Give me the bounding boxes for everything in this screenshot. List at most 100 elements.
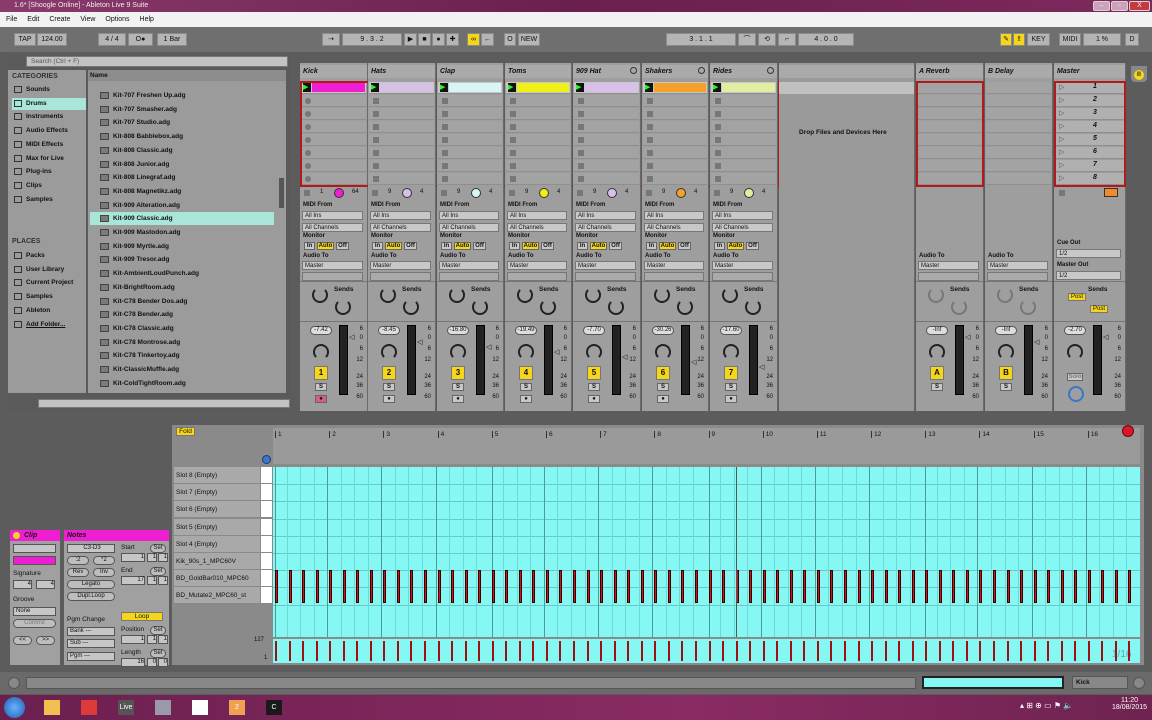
- scene-launch-icon[interactable]: ▷: [1059, 135, 1064, 143]
- detail-toggle[interactable]: [1133, 677, 1145, 689]
- velocity-marker[interactable]: [356, 641, 359, 661]
- solo-button[interactable]: S: [931, 383, 943, 391]
- stop-button[interactable]: ■: [418, 33, 431, 46]
- track-activator[interactable]: 7: [724, 366, 738, 380]
- midi-note[interactable]: [722, 570, 726, 603]
- stop-slot-icon[interactable]: [578, 111, 584, 117]
- scene-launch-icon[interactable]: ▷: [1059, 83, 1064, 91]
- volume-fader-icon[interactable]: ◁: [349, 333, 354, 341]
- midi-note[interactable]: [505, 570, 509, 603]
- taskbar-explorer[interactable]: [38, 697, 66, 718]
- track-title[interactable]: A Reverb: [916, 65, 983, 78]
- midi-note[interactable]: [952, 570, 956, 603]
- audio-to-channel[interactable]: [712, 272, 773, 281]
- velocity-marker[interactable]: [898, 641, 901, 661]
- clip-slot[interactable]: [711, 95, 776, 107]
- signature-numerator[interactable]: 4: [13, 580, 32, 589]
- midi-note[interactable]: [478, 570, 482, 603]
- browser-file-item[interactable]: Kit-909 Tresor.adg: [90, 253, 274, 266]
- midi-from-select[interactable]: All Ins: [575, 211, 636, 220]
- midi-note[interactable]: [1033, 570, 1037, 603]
- stop-slot-icon[interactable]: [510, 137, 516, 143]
- velocity-marker[interactable]: [1087, 641, 1090, 661]
- midi-note[interactable]: [613, 570, 617, 603]
- velocity-marker[interactable]: [708, 641, 711, 661]
- volume-value[interactable]: -30.26: [652, 326, 674, 335]
- locator-len-field[interactable]: 16: [121, 658, 145, 667]
- clip-slot[interactable]: [369, 173, 434, 185]
- audio-to-select[interactable]: Master: [644, 261, 704, 270]
- piano-key[interactable]: [261, 587, 272, 604]
- midi-note[interactable]: [992, 570, 996, 603]
- set-button[interactable]: Set: [150, 649, 166, 658]
- clip-slot[interactable]: ▷ 1: [1055, 82, 1124, 94]
- send-a-knob[interactable]: [585, 287, 601, 303]
- clip-slot[interactable]: [917, 134, 982, 146]
- stop-slot-icon[interactable]: [373, 176, 379, 182]
- pan-knob[interactable]: [450, 344, 466, 360]
- browser-file-item[interactable]: Kit-BrightRoom.adg: [90, 281, 274, 294]
- clip-slot[interactable]: [917, 160, 982, 172]
- midi-note[interactable]: [410, 570, 414, 603]
- key-row-5[interactable]: Slot 4 (Empty): [174, 535, 260, 553]
- browser-file-item[interactable]: Kit-C78 Tinkertoy.adg: [90, 349, 274, 362]
- stop-slot-icon[interactable]: [442, 124, 448, 130]
- midi-from-select[interactable]: All Ins: [644, 211, 704, 220]
- volume-fader-icon[interactable]: ◁: [691, 358, 696, 366]
- monitor-in-button[interactable]: In: [714, 242, 725, 250]
- velocity-marker[interactable]: [681, 641, 684, 661]
- send-b-knob[interactable]: [677, 299, 693, 315]
- track-activator[interactable]: 2: [382, 366, 396, 380]
- menu-view[interactable]: View: [80, 16, 95, 23]
- velocity-marker[interactable]: [342, 641, 345, 661]
- midi-note[interactable]: [789, 570, 793, 603]
- midi-note[interactable]: [667, 570, 671, 603]
- stop-slot-icon[interactable]: [715, 150, 721, 156]
- clip-slot[interactable]: [986, 82, 1051, 94]
- clip-slot[interactable]: [917, 108, 982, 120]
- loop-length-field[interactable]: 4 . 0 . 0: [798, 33, 854, 46]
- velocity-marker[interactable]: [1101, 641, 1104, 661]
- send-b-knob[interactable]: [472, 299, 488, 315]
- clip-slot[interactable]: [438, 108, 502, 120]
- place-addfolder[interactable]: Add Folder...: [12, 319, 86, 331]
- velocity-marker[interactable]: [613, 641, 616, 661]
- clip-slot[interactable]: [506, 160, 570, 172]
- track-activator[interactable]: 4: [519, 366, 533, 380]
- stop-slot-icon[interactable]: [510, 124, 516, 130]
- pan-knob[interactable]: [518, 344, 534, 360]
- velocity-marker[interactable]: [925, 641, 928, 661]
- arm-button[interactable]: ●: [383, 395, 395, 403]
- stop-button[interactable]: [646, 190, 652, 196]
- play-clip-icon[interactable]: ▶: [371, 83, 379, 92]
- taskbar-chrome[interactable]: [75, 697, 103, 718]
- midi-note[interactable]: [424, 570, 428, 603]
- record-slot-icon[interactable]: [305, 150, 311, 156]
- clip-slot[interactable]: ▶: [643, 82, 707, 94]
- locator-start-field[interactable]: 1: [121, 553, 145, 562]
- menu-file[interactable]: File: [6, 16, 17, 23]
- scene-launch-icon[interactable]: ▷: [1059, 122, 1064, 130]
- record-slot-icon[interactable]: [305, 137, 311, 143]
- velocity-marker[interactable]: [627, 641, 630, 661]
- clip-slot[interactable]: [506, 95, 570, 107]
- monitor-off-button[interactable]: Off: [609, 242, 622, 250]
- audio-to-channel[interactable]: [918, 272, 979, 281]
- locator-end-field[interactable]: 1: [147, 576, 157, 585]
- clip-next-button[interactable]: >>: [36, 636, 55, 645]
- stop-slot-icon[interactable]: [715, 111, 721, 117]
- midi-note[interactable]: [383, 570, 387, 603]
- pan-knob[interactable]: [723, 344, 739, 360]
- automation-arm-button[interactable]: ∞: [467, 33, 480, 46]
- locator-len-field[interactable]: 0: [158, 658, 168, 667]
- clip[interactable]: [654, 83, 706, 92]
- stop-button[interactable]: [372, 190, 378, 196]
- monitor-in-button[interactable]: In: [304, 242, 315, 250]
- midi-channel-select[interactable]: All Channels: [507, 223, 567, 232]
- midi-note[interactable]: [288, 570, 292, 603]
- pan-knob[interactable]: [586, 344, 602, 360]
- stop-slot-icon[interactable]: [373, 124, 379, 130]
- category-midi-effects[interactable]: MIDI Effects: [12, 139, 86, 151]
- midi-note[interactable]: [329, 570, 333, 603]
- place-userlibrary[interactable]: User Library: [12, 264, 86, 276]
